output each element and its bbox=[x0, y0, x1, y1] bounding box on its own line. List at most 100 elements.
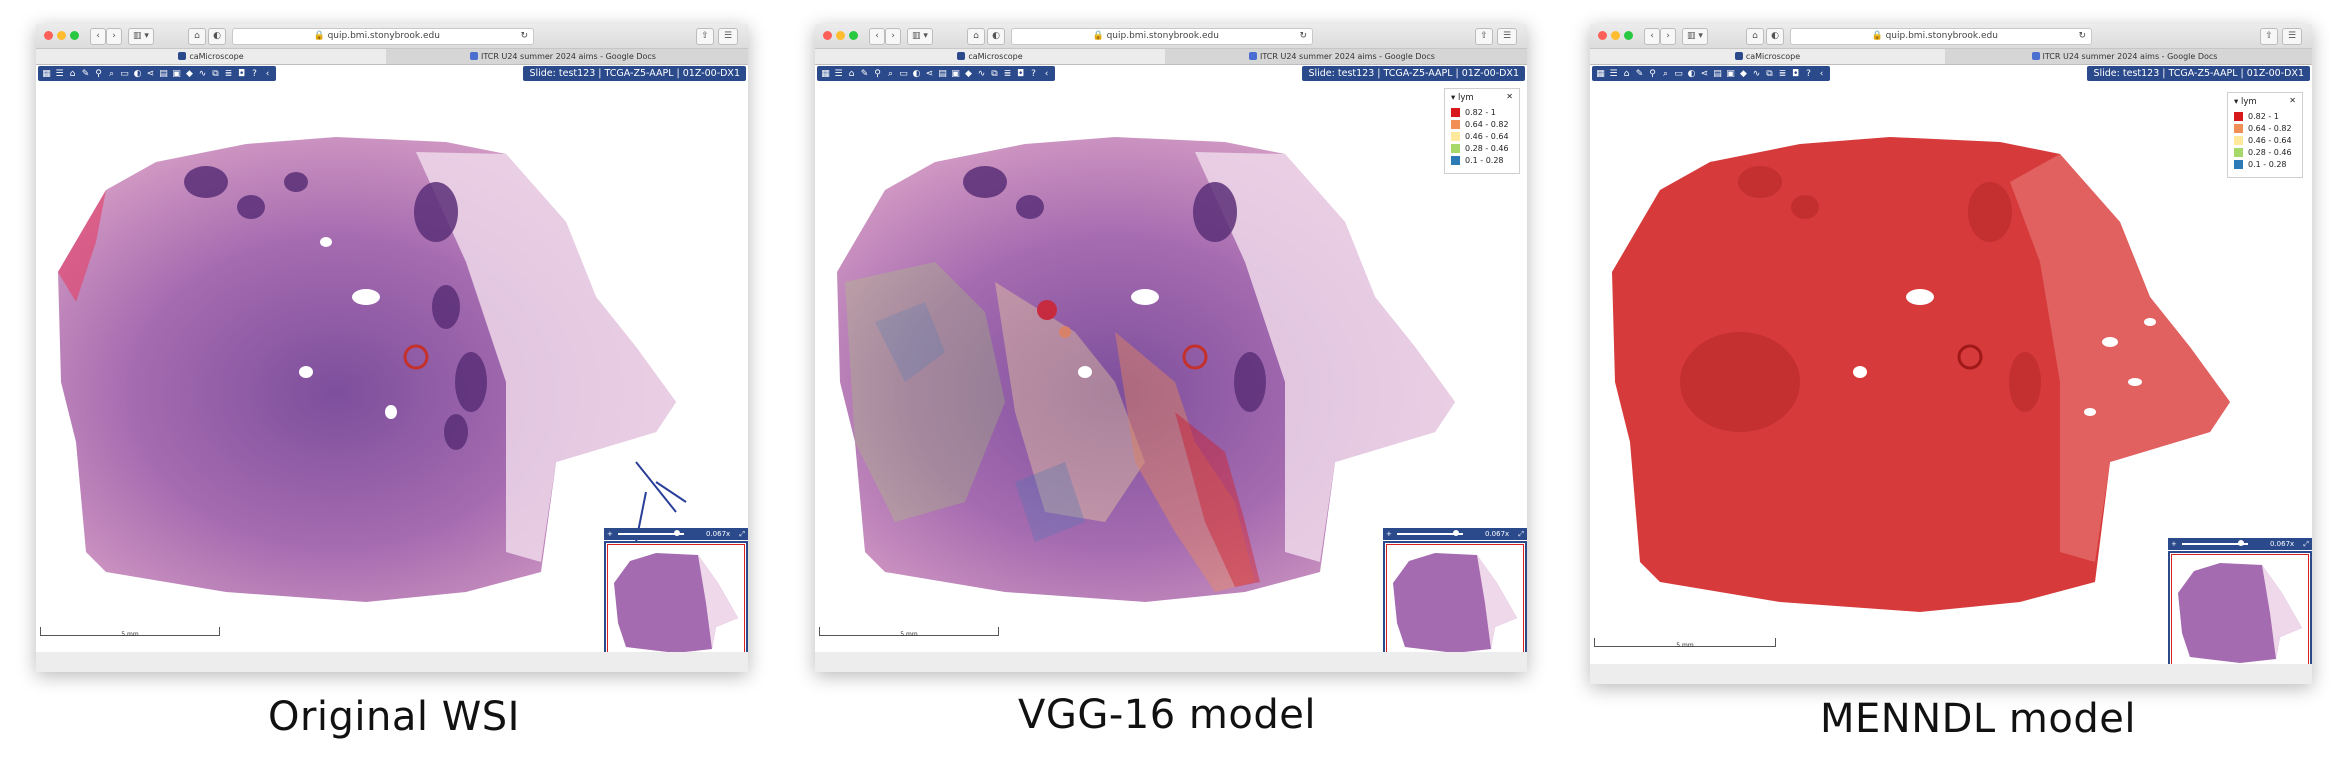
zoom-slider-knob[interactable] bbox=[1453, 530, 1459, 536]
viewport-box[interactable] bbox=[2171, 554, 2309, 668]
chart-icon[interactable]: ∿ bbox=[976, 68, 988, 80]
contrast-icon[interactable]: ◐ bbox=[911, 68, 923, 80]
expand-icon[interactable]: ⤢ bbox=[1518, 528, 1524, 540]
image-icon[interactable]: ▣ bbox=[950, 68, 962, 80]
close-window-button[interactable] bbox=[823, 31, 832, 40]
slide-viewer[interactable]: ▾ lym ✕ 0.82 - 1 0.64 - 0.82 0.46 - 0.64… bbox=[1590, 82, 2312, 684]
back-icon[interactable]: ‹ bbox=[869, 28, 885, 45]
list-icon[interactable]: ☰ bbox=[833, 68, 845, 80]
grid-icon[interactable]: ▦ bbox=[1595, 68, 1607, 80]
close-window-button[interactable] bbox=[1598, 31, 1607, 40]
help-icon[interactable]: ? bbox=[1803, 68, 1815, 80]
doc-icon[interactable]: ≣ bbox=[1002, 68, 1014, 80]
legend-close-icon[interactable]: ✕ bbox=[2289, 96, 2296, 105]
zoom-window-button[interactable] bbox=[1624, 31, 1633, 40]
address-bar[interactable]: 🔒 quip.bmi.stonybrook.edu ↻ bbox=[1790, 28, 2092, 45]
viewport-box[interactable] bbox=[1386, 544, 1524, 658]
tag-icon[interactable]: ◆ bbox=[184, 68, 196, 80]
tabs-overview-icon[interactable]: ☰ bbox=[1497, 28, 1517, 45]
zoom-control[interactable]: + 0.067x ⤢ bbox=[604, 528, 748, 540]
tabs-overview-icon[interactable]: ☰ bbox=[2282, 28, 2302, 45]
navigator-thumbnail[interactable] bbox=[2168, 551, 2312, 671]
contrast-icon[interactable]: ◐ bbox=[1686, 68, 1698, 80]
zoom-slider-knob[interactable] bbox=[674, 530, 680, 536]
home-icon[interactable]: ⌂ bbox=[1746, 28, 1764, 45]
ruler-icon[interactable]: ▭ bbox=[1673, 68, 1685, 80]
slide-viewer[interactable]: ▾ lym ✕ 0.82 - 1 0.64 - 0.82 0.46 - 0.64… bbox=[815, 82, 1527, 672]
tab-google-docs[interactable]: ITCR U24 summer 2024 aims - Google Docs bbox=[1167, 49, 1517, 64]
collapse-caret-icon[interactable]: ▾ bbox=[2234, 97, 2238, 107]
share-icon[interactable]: ⋖ bbox=[924, 68, 936, 80]
address-bar[interactable]: 🔒 quip.bmi.stonybrook.edu ↻ bbox=[1011, 28, 1313, 45]
navigator-thumbnail[interactable] bbox=[604, 541, 748, 661]
image-icon[interactable]: ▣ bbox=[171, 68, 183, 80]
tab-google-docs[interactable]: ITCR U24 summer 2024 aims - Google Docs bbox=[388, 49, 738, 64]
share-icon[interactable]: ⋖ bbox=[145, 68, 157, 80]
shield-icon[interactable]: ◐ bbox=[1766, 28, 1784, 45]
tab-camicroscope[interactable]: caMicroscope bbox=[815, 49, 1165, 64]
reload-icon[interactable]: ↻ bbox=[1299, 29, 1307, 44]
share-icon[interactable]: ⇧ bbox=[1475, 28, 1493, 45]
zoom-window-button[interactable] bbox=[849, 31, 858, 40]
home-icon[interactable]: ⌂ bbox=[67, 68, 79, 80]
tabs-overview-icon[interactable]: ☰ bbox=[718, 28, 738, 45]
zoom-window-button[interactable] bbox=[70, 31, 79, 40]
search-icon[interactable]: ⌕ bbox=[1660, 68, 1672, 80]
home-icon[interactable]: ⌂ bbox=[967, 28, 985, 45]
search-icon[interactable]: ⌕ bbox=[106, 68, 118, 80]
home-icon[interactable]: ⌂ bbox=[188, 28, 206, 45]
search-icon[interactable]: ⌕ bbox=[885, 68, 897, 80]
address-bar[interactable]: 🔒 quip.bmi.stonybrook.edu ↻ bbox=[232, 28, 534, 45]
layers-icon[interactable]: ▤ bbox=[1712, 68, 1724, 80]
close-window-button[interactable] bbox=[44, 31, 53, 40]
forward-icon[interactable]: › bbox=[1660, 28, 1676, 45]
grid-icon[interactable]: ▦ bbox=[41, 68, 53, 80]
doc-icon[interactable]: ≣ bbox=[1777, 68, 1789, 80]
layers-icon[interactable]: ▤ bbox=[158, 68, 170, 80]
pen-icon[interactable]: ✎ bbox=[80, 68, 92, 80]
zoom-control[interactable]: + 0.067x ⤢ bbox=[2168, 538, 2312, 550]
share-icon[interactable]: ⇧ bbox=[2260, 28, 2278, 45]
pen-icon[interactable]: ✎ bbox=[1634, 68, 1646, 80]
tag-icon[interactable]: ◆ bbox=[1738, 68, 1750, 80]
compare-icon[interactable]: ⧉ bbox=[1764, 68, 1776, 80]
reload-icon[interactable]: ↻ bbox=[520, 29, 528, 44]
ruler-icon[interactable]: ▭ bbox=[898, 68, 910, 80]
eyedropper-icon[interactable]: ⚲ bbox=[872, 68, 884, 80]
chart-icon[interactable]: ∿ bbox=[1751, 68, 1763, 80]
contrast-icon[interactable]: ◐ bbox=[132, 68, 144, 80]
share-icon[interactable]: ⋖ bbox=[1699, 68, 1711, 80]
slide-viewer[interactable]: 5 mm + 0.067x ⤢ bbox=[36, 82, 748, 672]
shield-icon[interactable]: ◐ bbox=[208, 28, 226, 45]
shield-icon[interactable]: ◐ bbox=[987, 28, 1005, 45]
compare-icon[interactable]: ⧉ bbox=[210, 68, 222, 80]
expand-icon[interactable]: ⤢ bbox=[2303, 538, 2309, 550]
image-icon[interactable]: ▣ bbox=[1725, 68, 1737, 80]
expand-icon[interactable]: ⤢ bbox=[739, 528, 745, 540]
collapse-icon[interactable]: ‹ bbox=[1816, 68, 1828, 80]
compare-icon[interactable]: ⧉ bbox=[989, 68, 1001, 80]
minimize-window-button[interactable] bbox=[57, 31, 66, 40]
eyedropper-icon[interactable]: ⚲ bbox=[1647, 68, 1659, 80]
tag-icon[interactable]: ◆ bbox=[963, 68, 975, 80]
legend-close-icon[interactable]: ✕ bbox=[1506, 92, 1513, 101]
home-icon[interactable]: ⌂ bbox=[846, 68, 858, 80]
back-icon[interactable]: ‹ bbox=[90, 28, 106, 45]
help-icon[interactable]: ? bbox=[1028, 68, 1040, 80]
minimize-window-button[interactable] bbox=[836, 31, 845, 40]
home-icon[interactable]: ⌂ bbox=[1621, 68, 1633, 80]
back-icon[interactable]: ‹ bbox=[1644, 28, 1660, 45]
eyedropper-icon[interactable]: ⚲ bbox=[93, 68, 105, 80]
collapse-icon[interactable]: ‹ bbox=[262, 68, 274, 80]
tab-camicroscope[interactable]: caMicroscope bbox=[36, 49, 386, 64]
zoom-in-icon[interactable]: + bbox=[607, 528, 613, 540]
reload-icon[interactable]: ↻ bbox=[2078, 29, 2086, 44]
ruler-icon[interactable]: ▭ bbox=[119, 68, 131, 80]
minimize-window-button[interactable] bbox=[1611, 31, 1620, 40]
tab-camicroscope[interactable]: caMicroscope bbox=[1590, 49, 1945, 64]
list-icon[interactable]: ☰ bbox=[54, 68, 66, 80]
forward-icon[interactable]: › bbox=[885, 28, 901, 45]
share-icon[interactable]: ⇧ bbox=[696, 28, 714, 45]
sidebar-icon[interactable]: ▥ ▾ bbox=[128, 28, 154, 45]
doc-icon[interactable]: ≣ bbox=[223, 68, 235, 80]
